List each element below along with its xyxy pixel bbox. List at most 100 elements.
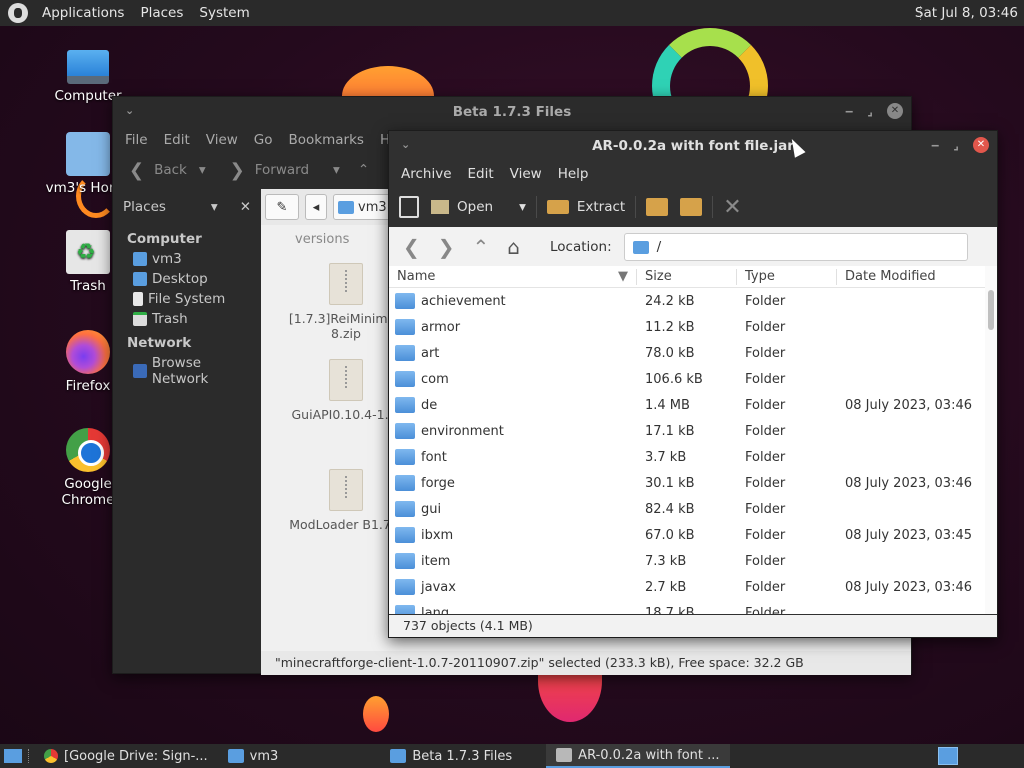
table-row[interactable]: de 1.4 MB Folder 08 July 2023, 03:46: [389, 392, 985, 418]
table-row[interactable]: forge 30.1 kB Folder 08 July 2023, 03:46: [389, 470, 985, 496]
close-icon[interactable]: ✕: [973, 137, 989, 153]
archive-file-list: Name ▼ Size Type Date Modified achieveme…: [389, 266, 985, 614]
bottom-panel: [Google Drive: Sign-... vm3 Beta 1.7.3 F…: [0, 744, 1024, 768]
menu-view[interactable]: View: [198, 132, 246, 148]
extract-label: Extract: [576, 199, 626, 215]
cell-date: 08 July 2023, 03:46: [845, 579, 972, 595]
stop-icon[interactable]: ✕: [723, 195, 741, 220]
extract-icon: [546, 200, 569, 214]
sidebar-item-label: Trash: [152, 311, 188, 327]
minimize-icon[interactable]: ‒: [931, 138, 939, 152]
taskbar-item-beta-files[interactable]: Beta 1.7.3 Files: [380, 744, 522, 768]
table-row[interactable]: art 78.0 kB Folder: [389, 340, 985, 366]
path-crumb-vm3[interactable]: vm3: [333, 194, 393, 220]
menu-bookmarks[interactable]: Bookmarks: [281, 132, 372, 148]
back-history-dropdown-icon[interactable]: ▾: [199, 162, 206, 178]
applications-menu[interactable]: Applications: [34, 5, 132, 21]
gnome-foot-icon[interactable]: [8, 3, 28, 23]
menu-file[interactable]: File: [117, 132, 156, 148]
window-menu-icon[interactable]: ⌄: [125, 104, 134, 117]
menu-view[interactable]: View: [502, 166, 550, 182]
table-row[interactable]: armor 11.2 kB Folder: [389, 314, 985, 340]
sidebar-item-trash[interactable]: Trash: [113, 309, 261, 329]
up-arrow-icon[interactable]: ⌃: [473, 235, 490, 259]
cell-size: 78.0 kB: [645, 345, 695, 361]
forward-button[interactable]: ❯ Forward: [224, 160, 315, 181]
table-row[interactable]: achievement 24.2 kB Folder: [389, 288, 985, 314]
row-name: forge: [421, 475, 455, 491]
taskbar-item-archive[interactable]: AR-0.0.2a with font ...: [546, 744, 730, 768]
open-button[interactable]: Open: [431, 199, 493, 215]
places-dropdown-icon[interactable]: ▾: [211, 199, 218, 215]
menu-edit[interactable]: Edit: [460, 166, 502, 182]
table-row[interactable]: gui 82.4 kB Folder: [389, 496, 985, 522]
location-field[interactable]: /: [623, 233, 968, 261]
table-row[interactable]: javax 2.7 kB Folder 08 July 2023, 03:46: [389, 574, 985, 600]
workspace-switcher[interactable]: [938, 747, 958, 765]
table-row[interactable]: com 106.6 kB Folder: [389, 366, 985, 392]
sidebar-item-vm3[interactable]: vm3: [113, 249, 261, 269]
minimize-icon[interactable]: ‒: [845, 104, 853, 118]
zip-file-icon: [329, 263, 363, 305]
column-size[interactable]: Size: [637, 268, 737, 285]
maximize-icon[interactable]: ⌟: [867, 104, 873, 118]
close-sidebar-icon[interactable]: ✕: [240, 199, 251, 215]
table-row[interactable]: item 7.3 kB Folder: [389, 548, 985, 574]
network-icon: [133, 364, 147, 378]
column-name[interactable]: Name ▼: [389, 268, 637, 285]
cell-name: de: [389, 397, 637, 413]
sidebar-item-browse-network[interactable]: Browse Network: [113, 353, 261, 389]
clock[interactable]: Sat Jul 8, 03:46: [915, 5, 1018, 21]
sidebar-item-file-system[interactable]: File System: [113, 289, 261, 309]
scrollbar-thumb[interactable]: [988, 290, 994, 330]
add-files-icon[interactable]: [646, 198, 669, 216]
window-menu-icon[interactable]: ⌄: [401, 138, 410, 151]
file-manager-titlebar[interactable]: ⌄ Beta 1.7.3 Files ‒ ⌟ ✕: [113, 97, 911, 127]
cell-type: Folder: [745, 579, 786, 595]
cell-size: 67.0 kB: [645, 527, 695, 543]
back-arrow-icon[interactable]: ❮: [403, 235, 420, 259]
sidebar-item-desktop[interactable]: Desktop: [113, 269, 261, 289]
cell-size: 3.7 kB: [645, 449, 687, 465]
home-icon[interactable]: ⌂: [507, 235, 520, 259]
open-dropdown-icon[interactable]: ▾: [519, 199, 526, 215]
show-desktop-icon[interactable]: [4, 749, 22, 763]
forward-history-dropdown-icon[interactable]: ▾: [333, 162, 340, 178]
system-menu[interactable]: System: [191, 5, 257, 21]
menu-archive[interactable]: Archive: [393, 166, 460, 182]
cell-name: lang: [389, 605, 637, 614]
location-bar: ❮ ❯ ⌃ ⌂ Location: /: [389, 227, 997, 267]
add-folder-icon[interactable]: [680, 198, 703, 216]
back-button[interactable]: ❮ Back: [123, 160, 193, 181]
sidebar-item-label: vm3: [152, 251, 182, 267]
column-date-modified[interactable]: Date Modified: [837, 269, 985, 285]
close-icon[interactable]: ✕: [887, 103, 903, 119]
table-row[interactable]: font 3.7 kB Folder: [389, 444, 985, 470]
cell-size: 24.2 kB: [645, 293, 695, 309]
table-row[interactable]: environment 17.1 kB Folder: [389, 418, 985, 444]
taskbar-item-chrome[interactable]: [Google Drive: Sign-...: [34, 744, 218, 768]
places-sidebar: Places ▾ ✕ Computer vm3 Desktop File Sys…: [113, 189, 261, 673]
toggle-location-icon[interactable]: ✎: [265, 194, 299, 220]
taskbar-item-vm3[interactable]: vm3: [218, 744, 289, 768]
new-archive-icon[interactable]: [399, 196, 419, 218]
table-row[interactable]: ibxm 67.0 kB Folder 08 July 2023, 03:45: [389, 522, 985, 548]
extract-button[interactable]: Extract: [546, 199, 626, 215]
status-bar: 737 objects (4.1 MB): [389, 615, 997, 637]
maximize-icon[interactable]: ⌟: [953, 138, 959, 152]
folder-icon: [395, 423, 415, 439]
archive-manager-titlebar[interactable]: ⌄ AR-0.0.2a with font file.jar ‒ ⌟ ✕: [389, 131, 997, 161]
menu-help[interactable]: Help: [550, 166, 597, 182]
forward-arrow-icon[interactable]: ❯: [438, 235, 455, 259]
path-left-arrow-icon[interactable]: ◂: [305, 194, 327, 220]
row-name: gui: [421, 501, 442, 517]
cell-name: gui: [389, 501, 637, 517]
places-menu[interactable]: Places: [132, 5, 191, 21]
table-row[interactable]: lang 18.7 kB Folder: [389, 600, 985, 614]
column-type[interactable]: Type: [737, 268, 837, 285]
scrollbar[interactable]: [985, 266, 997, 614]
archive-toolbar: Open ▾ Extract ✕: [389, 187, 997, 227]
up-icon[interactable]: ⌃: [358, 162, 369, 178]
menu-edit[interactable]: Edit: [156, 132, 198, 148]
menu-go[interactable]: Go: [246, 132, 281, 148]
